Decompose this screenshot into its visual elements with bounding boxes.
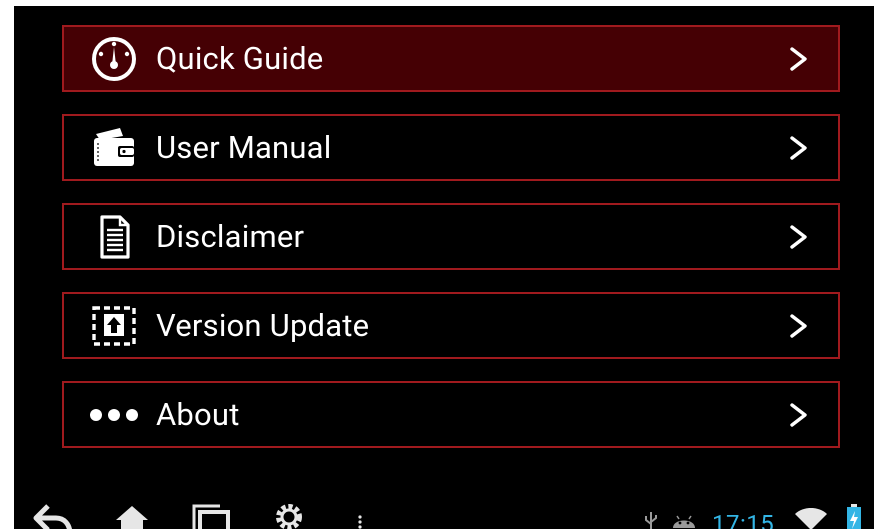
- recent-apps-icon[interactable]: [190, 504, 230, 529]
- more-dots-icon: [88, 389, 140, 441]
- menu-item-quick-guide[interactable]: Quick Guide: [62, 25, 840, 92]
- settings-menu: Quick Guide User Manual Disclaimer Versi…: [62, 25, 840, 470]
- chevron-right-icon: [790, 46, 807, 71]
- menu-item-label: Version Update: [156, 307, 370, 344]
- back-icon[interactable]: [32, 504, 74, 529]
- upload-icon: [88, 300, 140, 352]
- menu-item-label: Quick Guide: [156, 40, 324, 77]
- wifi-icon: [795, 508, 827, 529]
- document-icon: [88, 211, 140, 263]
- speedometer-icon: [88, 33, 140, 85]
- battery-charging-icon: [847, 504, 861, 529]
- menu-item-label: User Manual: [156, 129, 332, 166]
- status-clock: 17:15: [712, 510, 775, 529]
- chevron-right-icon: [790, 402, 807, 427]
- menu-item-version-update[interactable]: Version Update: [62, 292, 840, 359]
- app-screen: Quick Guide User Manual Disclaimer Versi…: [14, 6, 874, 529]
- settings-icon[interactable]: [272, 500, 306, 529]
- menu-item-about[interactable]: About: [62, 381, 840, 448]
- chevron-right-icon: [790, 135, 807, 160]
- system-bar: 17:15: [14, 492, 874, 529]
- home-icon[interactable]: [114, 504, 150, 529]
- menu-item-label: Disclaimer: [156, 218, 305, 255]
- chevron-right-icon: [790, 224, 807, 249]
- menu-item-user-manual[interactable]: User Manual: [62, 114, 840, 181]
- overflow-menu-icon[interactable]: [357, 514, 363, 529]
- menu-item-label: About: [156, 396, 240, 433]
- chevron-right-icon: [790, 313, 807, 338]
- menu-item-disclaimer[interactable]: Disclaimer: [62, 203, 840, 270]
- usb-icon: [645, 512, 657, 529]
- android-debug-icon: [673, 515, 695, 528]
- wallet-icon: [88, 122, 140, 174]
